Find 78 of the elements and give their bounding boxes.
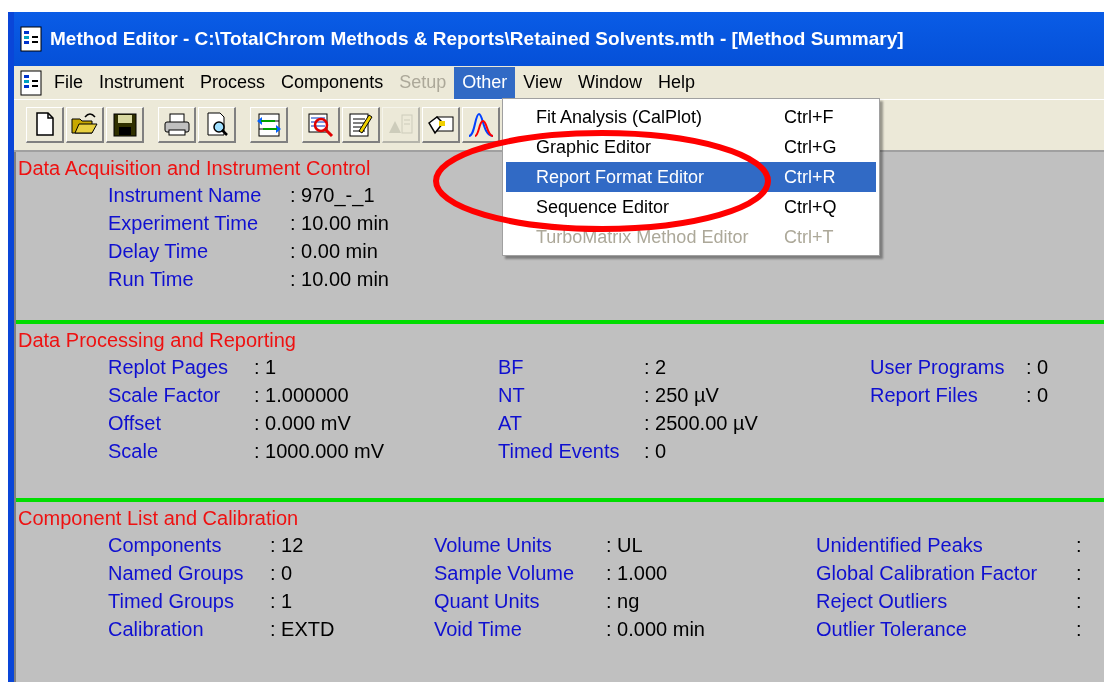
field-label: Run Time (108, 267, 195, 292)
field-value: : 2 (644, 355, 667, 380)
field-value: : 0 (1026, 383, 1049, 408)
app-icon (20, 26, 42, 52)
field-label: Named Groups (108, 561, 245, 586)
field-label: Timed Events (498, 439, 621, 464)
menu-item[interactable]: View (515, 66, 570, 99)
field-value: : 2500.00 µV (644, 411, 758, 436)
field-value: : 970_-_1 (290, 183, 375, 209)
field-label: Offset (108, 411, 162, 436)
field-value: : 0 (270, 561, 293, 586)
toolbar-button[interactable] (462, 107, 500, 143)
field-label: BF (498, 355, 525, 380)
toolbar-button[interactable] (66, 107, 104, 143)
document-icon[interactable] (20, 69, 42, 96)
field-label: Sample Volume (434, 561, 576, 586)
field-label: Scale (108, 439, 160, 464)
menu-item[interactable]: Graphic Editor Ctrl+G (506, 132, 876, 162)
menu-item[interactable]: Report Format Editor Ctrl+R (506, 162, 876, 192)
field-label: Void Time (434, 617, 523, 642)
menu-item[interactable]: Other (454, 66, 516, 99)
menu-item[interactable]: Sequence Editor Ctrl+Q (506, 192, 876, 222)
field-label: Report Files (870, 383, 979, 408)
field-value: : 1000.000 mV (254, 439, 385, 464)
field-label: Global Calibration Factor (816, 561, 1039, 586)
toolbar-button[interactable] (26, 107, 64, 143)
field-value: : 1.000000 (254, 383, 349, 408)
field-label: Replot Pages (108, 355, 230, 380)
toolbar-button[interactable] (198, 107, 236, 143)
section-heading: Data Acquisition and Instrument Control (18, 156, 371, 181)
field-label: Calibration (108, 617, 205, 642)
field-value: : 0.000 mV (254, 411, 351, 436)
field-label: Delay Time (108, 239, 210, 264)
field-label: Reject Outliers (816, 589, 949, 614)
menu-item[interactable]: Help (649, 66, 703, 99)
field-label: Volume Units (434, 533, 553, 558)
field-label: AT (498, 411, 524, 436)
field-value: : ng (606, 589, 640, 614)
menu-item[interactable]: File (46, 66, 91, 99)
field-value: : 10.00 min (290, 211, 389, 236)
field-label: User Programs (870, 355, 1006, 380)
field-value: : (1076, 589, 1082, 614)
menu-item[interactable]: Instrument (91, 66, 193, 99)
menu-item[interactable]: Process (192, 66, 274, 99)
field-label: NT (498, 383, 526, 408)
toolbar-button[interactable] (422, 107, 460, 143)
field-label: Timed Groups (108, 589, 235, 614)
toolbar-button[interactable] (342, 107, 380, 143)
field-value: : 12 (270, 533, 304, 558)
section-heading: Component List and Calibration (18, 506, 299, 531)
menu-item[interactable]: Components (273, 66, 392, 99)
field-value: : (1076, 533, 1082, 558)
field-label: Components (108, 533, 223, 558)
field-label: Outlier Tolerance (816, 617, 968, 642)
field-value: : 0.00 min (290, 239, 378, 264)
field-label: Quant Units (434, 589, 541, 614)
field-value: : 0.000 min (606, 617, 705, 642)
field-value: : 0 (1026, 355, 1049, 380)
field-value: : 250 µV (644, 383, 719, 408)
field-label: Scale Factor (108, 383, 222, 408)
menu-item[interactable]: Fit Analysis (CalPlot) Ctrl+F (506, 102, 876, 132)
field-value: : 0 (644, 439, 667, 464)
field-label: Unidentified Peaks (816, 533, 984, 558)
field-label: Experiment Time (108, 211, 260, 236)
field-value: : (1076, 561, 1082, 586)
toolbar-button[interactable] (106, 107, 144, 143)
field-value: : 1 (270, 589, 293, 614)
toolbar-button[interactable] (158, 107, 196, 143)
field-value: : (1076, 617, 1082, 642)
field-value: : UL (606, 533, 643, 558)
window-title: Method Editor - C:\TotalChrom Methods & Reports\Retained Solvents.mth - [Method Summary] (50, 26, 904, 51)
field-value: : 1 (254, 355, 277, 380)
field-value: : 10.00 min (290, 267, 389, 292)
field-value: : EXTD (270, 617, 335, 642)
section-heading: Data Processing and Reporting (18, 328, 296, 353)
menu-item[interactable]: Window (569, 66, 650, 99)
field-label: Instrument Name (108, 183, 263, 208)
field-value: : 1.000 (606, 561, 668, 586)
